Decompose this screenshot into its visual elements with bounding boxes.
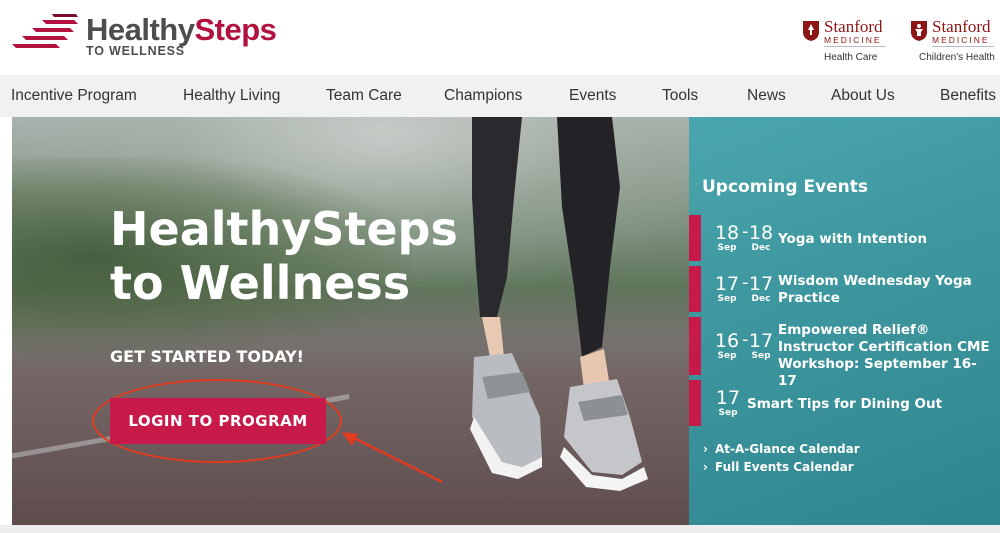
upcoming-events-panel: Upcoming Events 18 - 18 Sep Dec Yoga wit… [689, 117, 1000, 525]
chevron-right-icon: › [703, 460, 708, 474]
event-start-day: 18 [714, 222, 740, 244]
event-end-month: Dec [751, 243, 771, 253]
chevron-right-icon: › [703, 442, 708, 456]
stanford-wordmark: Stanford [824, 17, 883, 36]
event-title[interactable]: Smart Tips for Dining Out [747, 396, 987, 413]
nav-item-benefits[interactable]: Benefits [940, 87, 996, 105]
event-end-day: 17 [748, 330, 774, 352]
health-care-label: Health Care [824, 52, 878, 63]
event-start-day: 17 [714, 273, 740, 295]
logo-tagline: TO WELLNESS [86, 44, 185, 58]
logo-divider [824, 46, 886, 47]
event-end-month: Sep [751, 351, 771, 361]
stanford-wordmark: Stanford [932, 17, 991, 36]
event-start-month: Sep [718, 408, 738, 418]
event-start-month: Sep [717, 351, 737, 361]
main-nav: Incentive Program Healthy Living Team Ca… [0, 75, 1000, 117]
event-start-month: Sep [717, 243, 737, 253]
hero-banner: HealthySteps to Wellness GET STARTED TOD… [12, 117, 689, 525]
event-accent-bar [689, 215, 701, 261]
nav-item-incentive-program[interactable]: Incentive Program [11, 87, 137, 105]
events-heading: Upcoming Events [702, 177, 869, 197]
event-accent-bar [689, 380, 701, 426]
event-item[interactable]: 17 Sep Smart Tips for Dining Out [689, 380, 1000, 426]
event-item[interactable]: 16 - 17 Sep Sep Empowered Relief® Instru… [689, 317, 1000, 389]
event-end-month: Dec [751, 294, 771, 304]
nav-item-news[interactable]: News [747, 87, 786, 105]
event-accent-bar [689, 266, 701, 312]
logo-title: HealthySteps [86, 12, 277, 47]
hero-subtitle: GET STARTED TODAY! [110, 347, 304, 366]
site-header: HealthySteps TO WELLNESS Stanford MEDICI… [0, 0, 1000, 75]
event-end-day: 17 [748, 273, 774, 295]
childrens-health-label: Children's Health [919, 52, 995, 63]
nav-item-champions[interactable]: Champions [444, 87, 522, 105]
hero-title-line2: to Wellness [110, 256, 411, 310]
event-start-day: 16 [714, 330, 740, 352]
hero-title-line1: HealthySteps [110, 202, 458, 256]
stanford-child-crest-icon [911, 21, 927, 41]
medicine-label: MEDICINE [824, 35, 882, 45]
steps-logo-icon [12, 14, 78, 48]
medicine-label: MEDICINE [932, 35, 990, 45]
stanford-tree-crest-icon [803, 21, 819, 41]
runner-legs-image [470, 117, 648, 491]
event-title[interactable]: Yoga with Intention [778, 231, 988, 248]
stanford-childrens-health-logo[interactable]: Stanford MEDICINE Children's Health [910, 18, 1000, 66]
page-bottom-strip [0, 525, 1000, 533]
event-item[interactable]: 17 - 17 Sep Dec Wisdom Wednesday Yoga Pr… [689, 266, 1000, 312]
full-events-calendar-link[interactable]: › Full Events Calendar [703, 460, 854, 474]
stanford-health-care-logo[interactable]: Stanford MEDICINE Health Care [802, 18, 892, 66]
login-to-program-button[interactable]: LOGIN TO PROGRAM [110, 398, 326, 444]
hero-title: HealthySteps to Wellness [110, 202, 510, 310]
nav-item-events[interactable]: Events [569, 87, 616, 105]
logo-divider [932, 46, 994, 47]
event-accent-bar [689, 317, 701, 375]
event-title[interactable]: Wisdom Wednesday Yoga Practice [778, 273, 978, 307]
event-item[interactable]: 18 - 18 Sep Dec Yoga with Intention [689, 215, 1000, 261]
nav-item-about-us[interactable]: About Us [831, 87, 895, 105]
nav-item-healthy-living[interactable]: Healthy Living [183, 87, 280, 105]
event-start-day: 17 [715, 387, 741, 409]
healthysteps-logo[interactable]: HealthySteps TO WELLNESS [12, 12, 282, 62]
event-end-day: 18 [748, 222, 774, 244]
event-start-month: Sep [717, 294, 737, 304]
annotation-arrow-icon [342, 432, 443, 484]
at-a-glance-calendar-link[interactable]: › At-A-Glance Calendar [703, 442, 860, 456]
nav-item-tools[interactable]: Tools [662, 87, 698, 105]
nav-item-team-care[interactable]: Team Care [326, 87, 402, 105]
